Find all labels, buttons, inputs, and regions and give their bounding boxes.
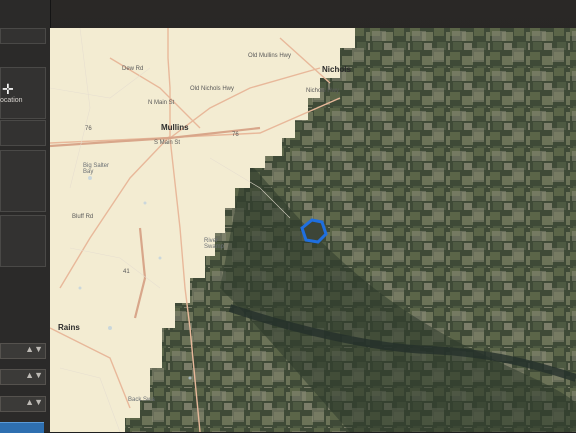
road-label: S Main St bbox=[154, 140, 181, 146]
route-shield: 76 bbox=[85, 126, 92, 132]
action-button[interactable] bbox=[0, 422, 44, 433]
town-label-nichols: Nichols bbox=[322, 65, 351, 74]
route-shield: 41 bbox=[123, 269, 130, 275]
road-label: Dew Rd bbox=[122, 66, 144, 72]
feature-label: Back Swa bbox=[128, 397, 155, 403]
panel-section bbox=[0, 215, 46, 267]
panel-dropdown[interactable]: ▲▼ bbox=[0, 343, 46, 359]
chevron-icon: ▲▼ bbox=[25, 344, 43, 354]
location-label: ocation bbox=[0, 97, 23, 104]
side-panel: ✛ ocation ▲▼ ▲▼ ▲▼ bbox=[0, 0, 51, 433]
town-label-rains: Rains bbox=[58, 323, 80, 332]
selected-parcel bbox=[300, 218, 328, 244]
route-shield: 76 bbox=[232, 132, 239, 138]
map-canvas[interactable]: Nichols Mullins Rains Dew Rd Old Mullins… bbox=[50, 28, 576, 432]
road-label: Old Mullins Hwy bbox=[248, 53, 292, 59]
panel-header bbox=[0, 28, 46, 44]
panel-section bbox=[0, 150, 46, 212]
road-label: Old Nichols Hwy bbox=[190, 86, 235, 92]
feature-label: River Swamp bbox=[204, 238, 225, 250]
chevron-icon: ▲▼ bbox=[25, 370, 43, 380]
town-label-mullins: Mullins bbox=[161, 123, 189, 132]
panel-section bbox=[0, 120, 46, 146]
panel-dropdown[interactable]: ▲▼ bbox=[0, 369, 46, 385]
panel-dropdown[interactable]: ▲▼ bbox=[0, 396, 46, 412]
crosshair-icon[interactable]: ✛ bbox=[2, 82, 16, 96]
feature-label: Big Salter Bay bbox=[83, 163, 110, 175]
road-label: Bluff Rd bbox=[72, 214, 94, 220]
road-label: Nichols Hwy bbox=[306, 88, 340, 94]
chevron-icon: ▲▼ bbox=[25, 397, 43, 407]
road-label: N Main St bbox=[148, 100, 175, 106]
